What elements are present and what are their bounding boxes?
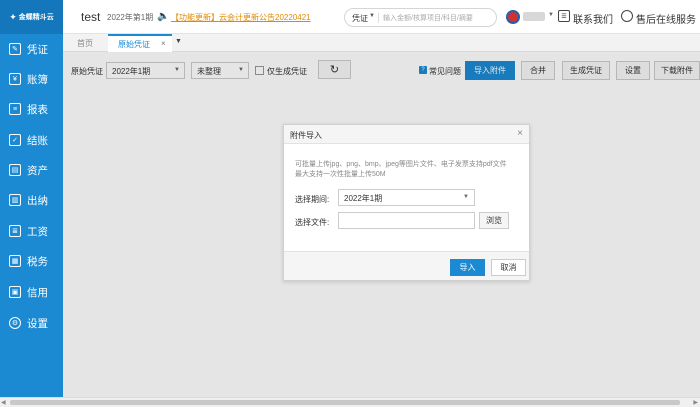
dialog-footer: 导入 取消: [284, 251, 529, 280]
chevron-left-icon[interactable]: ◀: [1, 399, 6, 406]
tab-home[interactable]: 首页: [77, 38, 93, 49]
divider: [378, 13, 379, 23]
dialog-period-value: 2022年1期: [344, 194, 383, 203]
close-icon[interactable]: ×: [517, 128, 523, 139]
file-label: 选择文件:: [295, 218, 330, 227]
report-icon: ≡: [9, 103, 21, 115]
ledger-icon: ¥: [9, 73, 21, 85]
sidebar-item-label: 设置: [27, 317, 48, 330]
dialog-period-select[interactable]: 2022年1期 ▼: [338, 189, 475, 206]
logo-text: 金蝶精斗云: [18, 14, 54, 21]
sidebar-item-salary[interactable]: ≣ 工资: [0, 217, 63, 245]
sidebar-item-label: 报表: [27, 103, 48, 116]
tax-icon: ▦: [9, 255, 21, 267]
tab-label: 原始凭证: [118, 40, 150, 49]
cashier-icon: ▥: [9, 194, 21, 206]
sidebar-item-label: 信用: [27, 286, 48, 299]
search-input[interactable]: [383, 11, 495, 25]
sidebar-item-checkout[interactable]: ✓ 结账: [0, 126, 63, 154]
notice-link[interactable]: 【功能更新】云会计更新公告20220421: [171, 12, 311, 23]
global-search: 凭证 ▼: [344, 8, 497, 27]
sidebar-item-ledger[interactable]: ¥ 账簿: [0, 65, 63, 93]
logo[interactable]: ✦ 金蝶精斗云: [0, 0, 63, 34]
tab-original-voucher[interactable]: 原始凭证 ×: [108, 34, 172, 52]
period-label: 选择期间:: [295, 195, 330, 204]
chevron-down-icon[interactable]: ▼: [175, 38, 182, 45]
sidebar-item-cashier[interactable]: ▥ 出纳: [0, 186, 63, 214]
contact-icon: ☰: [558, 10, 570, 22]
import-dialog: 附件导入 × 可批量上传jpg、png、bmp、jpeg等图片文件、电子发票支持…: [283, 124, 530, 281]
online-service-link[interactable]: 售后在线服务: [636, 11, 696, 26]
logo-icon: ✦: [9, 11, 17, 22]
sidebar-item-label: 账簿: [27, 73, 48, 86]
credit-icon: ▣: [9, 286, 21, 298]
sidebar-item-tax[interactable]: ▦ 税务: [0, 247, 63, 275]
browse-button[interactable]: 浏览: [479, 212, 509, 229]
sidebar-item-label: 结账: [27, 134, 48, 147]
checkout-icon: ✓: [9, 134, 21, 146]
dialog-hint: 最大支持一次性批量上传50M: [295, 171, 386, 178]
asset-icon: ▤: [9, 164, 21, 176]
close-icon[interactable]: ×: [161, 39, 166, 48]
sidebar-item-report[interactable]: ≡ 报表: [0, 95, 63, 123]
sidebar-item-label: 出纳: [27, 194, 48, 207]
chevron-down-icon: ▼: [548, 12, 554, 18]
contact-us-link[interactable]: 联系我们: [573, 11, 613, 26]
current-period: 2022年第1期: [107, 13, 154, 22]
sidebar-item-credit[interactable]: ▣ 信用: [0, 278, 63, 306]
chevron-right-icon[interactable]: ▶: [693, 399, 698, 406]
sidebar-item-label: 凭证: [27, 43, 48, 56]
sidebar-item-voucher[interactable]: ✎ 凭证: [0, 35, 63, 63]
tab-bar: 首页 原始凭证 × ▼: [63, 34, 700, 52]
sidebar-item-settings[interactable]: ⚙ 设置: [0, 309, 63, 337]
search-type-select[interactable]: 凭证: [352, 13, 368, 24]
chevron-down-icon: ▼: [369, 13, 375, 19]
sidebar: ✦ 金蝶精斗云 ✎ 凭证 ¥ 账簿 ≡ 报表 ✓ 结账 ▤ 资产 ▥ 出纳 ≣ …: [0, 0, 63, 407]
dialog-header: 附件导入 ×: [284, 125, 529, 144]
chevron-down-icon: ▼: [463, 194, 469, 200]
dialog-title: 附件导入: [290, 131, 322, 140]
company-name[interactable]: test: [81, 10, 100, 24]
avatar[interactable]: [506, 10, 520, 24]
import-button[interactable]: 导入: [450, 259, 485, 276]
cancel-button[interactable]: 取消: [491, 259, 526, 276]
horizontal-scrollbar[interactable]: ◀ ▶: [0, 397, 700, 407]
sidebar-item-label: 资产: [27, 164, 48, 177]
voucher-icon: ✎: [9, 43, 21, 55]
settings-icon: ⚙: [9, 317, 21, 329]
speaker-icon: 🔈: [157, 11, 170, 22]
salary-icon: ≣: [9, 225, 21, 237]
sidebar-item-label: 工资: [27, 225, 48, 238]
user-name-blurred[interactable]: [523, 12, 545, 21]
sidebar-item-label: 税务: [27, 255, 48, 268]
file-input[interactable]: [338, 212, 475, 229]
service-icon: [621, 10, 633, 22]
dialog-hint: 可批量上传jpg、png、bmp、jpeg等图片文件、电子发票支持pdf文件: [295, 161, 507, 168]
top-bar: test 2022年第1期 🔈 【功能更新】云会计更新公告20220421 凭证…: [63, 0, 700, 34]
scrollbar-thumb[interactable]: [10, 400, 680, 405]
sidebar-item-asset[interactable]: ▤ 资产: [0, 156, 63, 184]
